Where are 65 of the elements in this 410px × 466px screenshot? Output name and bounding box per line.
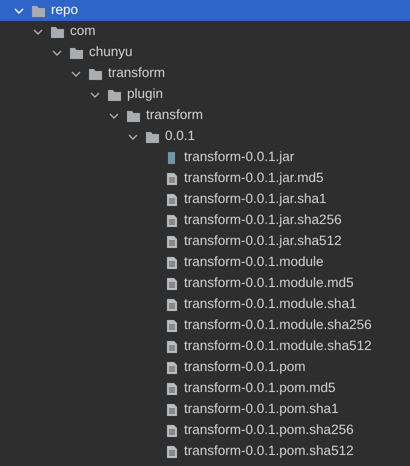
tree-item[interactable]: plugin xyxy=(0,84,410,105)
item-label: transform-0.0.1.module.sha512 xyxy=(184,337,372,356)
tree-item[interactable]: chunyu xyxy=(0,42,410,63)
file-icon xyxy=(164,444,179,458)
item-label: transform-0.0.1.module.sha256 xyxy=(184,316,372,334)
file-icon xyxy=(164,298,179,312)
tree-item[interactable]: 0.0.1 xyxy=(0,126,410,147)
item-label: transform-0.0.1.pom.sha256 xyxy=(184,421,354,440)
item-label: transform-0.0.1.jar.sha512 xyxy=(184,232,342,250)
tree-item[interactable]: transform-0.0.1.jar.sha256 xyxy=(0,210,410,231)
folder-icon xyxy=(69,46,84,60)
tree-item[interactable]: transform-0.0.1.jar.sha512 xyxy=(0,231,410,252)
item-label: transform-0.0.1.module xyxy=(184,253,324,272)
file-icon xyxy=(164,318,179,332)
tree-item[interactable]: transform-0.0.1.pom.md5 xyxy=(0,378,410,399)
file-icon xyxy=(164,256,179,270)
item-label: transform-0.0.1.jar.sha1 xyxy=(184,190,327,208)
file-icon xyxy=(164,382,179,396)
folder-icon xyxy=(107,88,122,102)
tree-item[interactable]: transform-0.0.1.module.sha256 xyxy=(0,315,410,336)
item-label: transform-0.0.1.module.sha1 xyxy=(184,295,357,314)
tree-item[interactable]: repo xyxy=(0,0,410,21)
tree-item[interactable]: transform-0.0.1.pom.sha512 xyxy=(0,441,410,462)
tree-item[interactable]: transform-0.0.1.module.md5 xyxy=(0,273,410,294)
file-icon xyxy=(164,172,179,186)
item-label: transform xyxy=(146,106,204,124)
tree-item[interactable]: transform-0.0.1.module.sha512 xyxy=(0,336,410,357)
item-label: transform-0.0.1.pom.md5 xyxy=(184,379,336,398)
item-label: plugin xyxy=(127,85,164,104)
file-icon xyxy=(164,402,179,416)
tree-item[interactable]: transform-0.0.1.pom xyxy=(0,357,410,378)
item-label: repo xyxy=(51,1,78,20)
item-label: transform-0.0.1.pom.sha512 xyxy=(184,442,354,460)
folder-icon xyxy=(31,4,46,18)
folder-icon xyxy=(126,108,141,122)
tree-item[interactable]: transform-0.0.1.pom.sha1 xyxy=(0,399,410,420)
item-label: 0.0.1 xyxy=(165,127,196,146)
file-icon xyxy=(164,276,179,290)
item-label: transform-0.0.1.pom xyxy=(184,358,306,376)
tree-item[interactable]: com xyxy=(0,21,410,42)
item-label: transform-0.0.1.module.md5 xyxy=(184,274,354,292)
file-icon xyxy=(164,360,179,374)
tree-item[interactable]: transform-0.0.1.jar.md5 xyxy=(0,168,410,189)
tree-item[interactable]: transform-0.0.1.pom.sha256 xyxy=(0,420,410,441)
item-label: transform-0.0.1.jar.md5 xyxy=(184,169,324,188)
file-icon xyxy=(164,424,179,438)
item-label: transform-0.0.1.jar.sha256 xyxy=(184,211,342,230)
tree-item[interactable]: transform-0.0.1.jar.sha1 xyxy=(0,189,410,210)
folder-icon xyxy=(88,66,103,80)
tree-item[interactable]: transform-0.0.1.jar xyxy=(0,147,410,168)
item-label: transform-0.0.1.jar xyxy=(184,148,294,166)
folder-icon xyxy=(50,24,65,38)
file-icon xyxy=(164,340,179,354)
file-icon xyxy=(164,214,179,228)
tree-item[interactable]: transform xyxy=(0,105,410,126)
item-label: transform-0.0.1.pom.sha1 xyxy=(184,400,339,418)
file-icon xyxy=(164,234,179,248)
item-label: com xyxy=(70,22,96,40)
tree-item[interactable]: transform xyxy=(0,63,410,84)
folder-icon xyxy=(145,130,160,144)
file-icon xyxy=(164,192,179,206)
item-label: transform xyxy=(108,64,166,82)
tree-item[interactable]: transform-0.0.1.module xyxy=(0,252,410,273)
item-label: chunyu xyxy=(89,43,133,62)
tree-item[interactable]: transform-0.0.1.module.sha1 xyxy=(0,294,410,315)
